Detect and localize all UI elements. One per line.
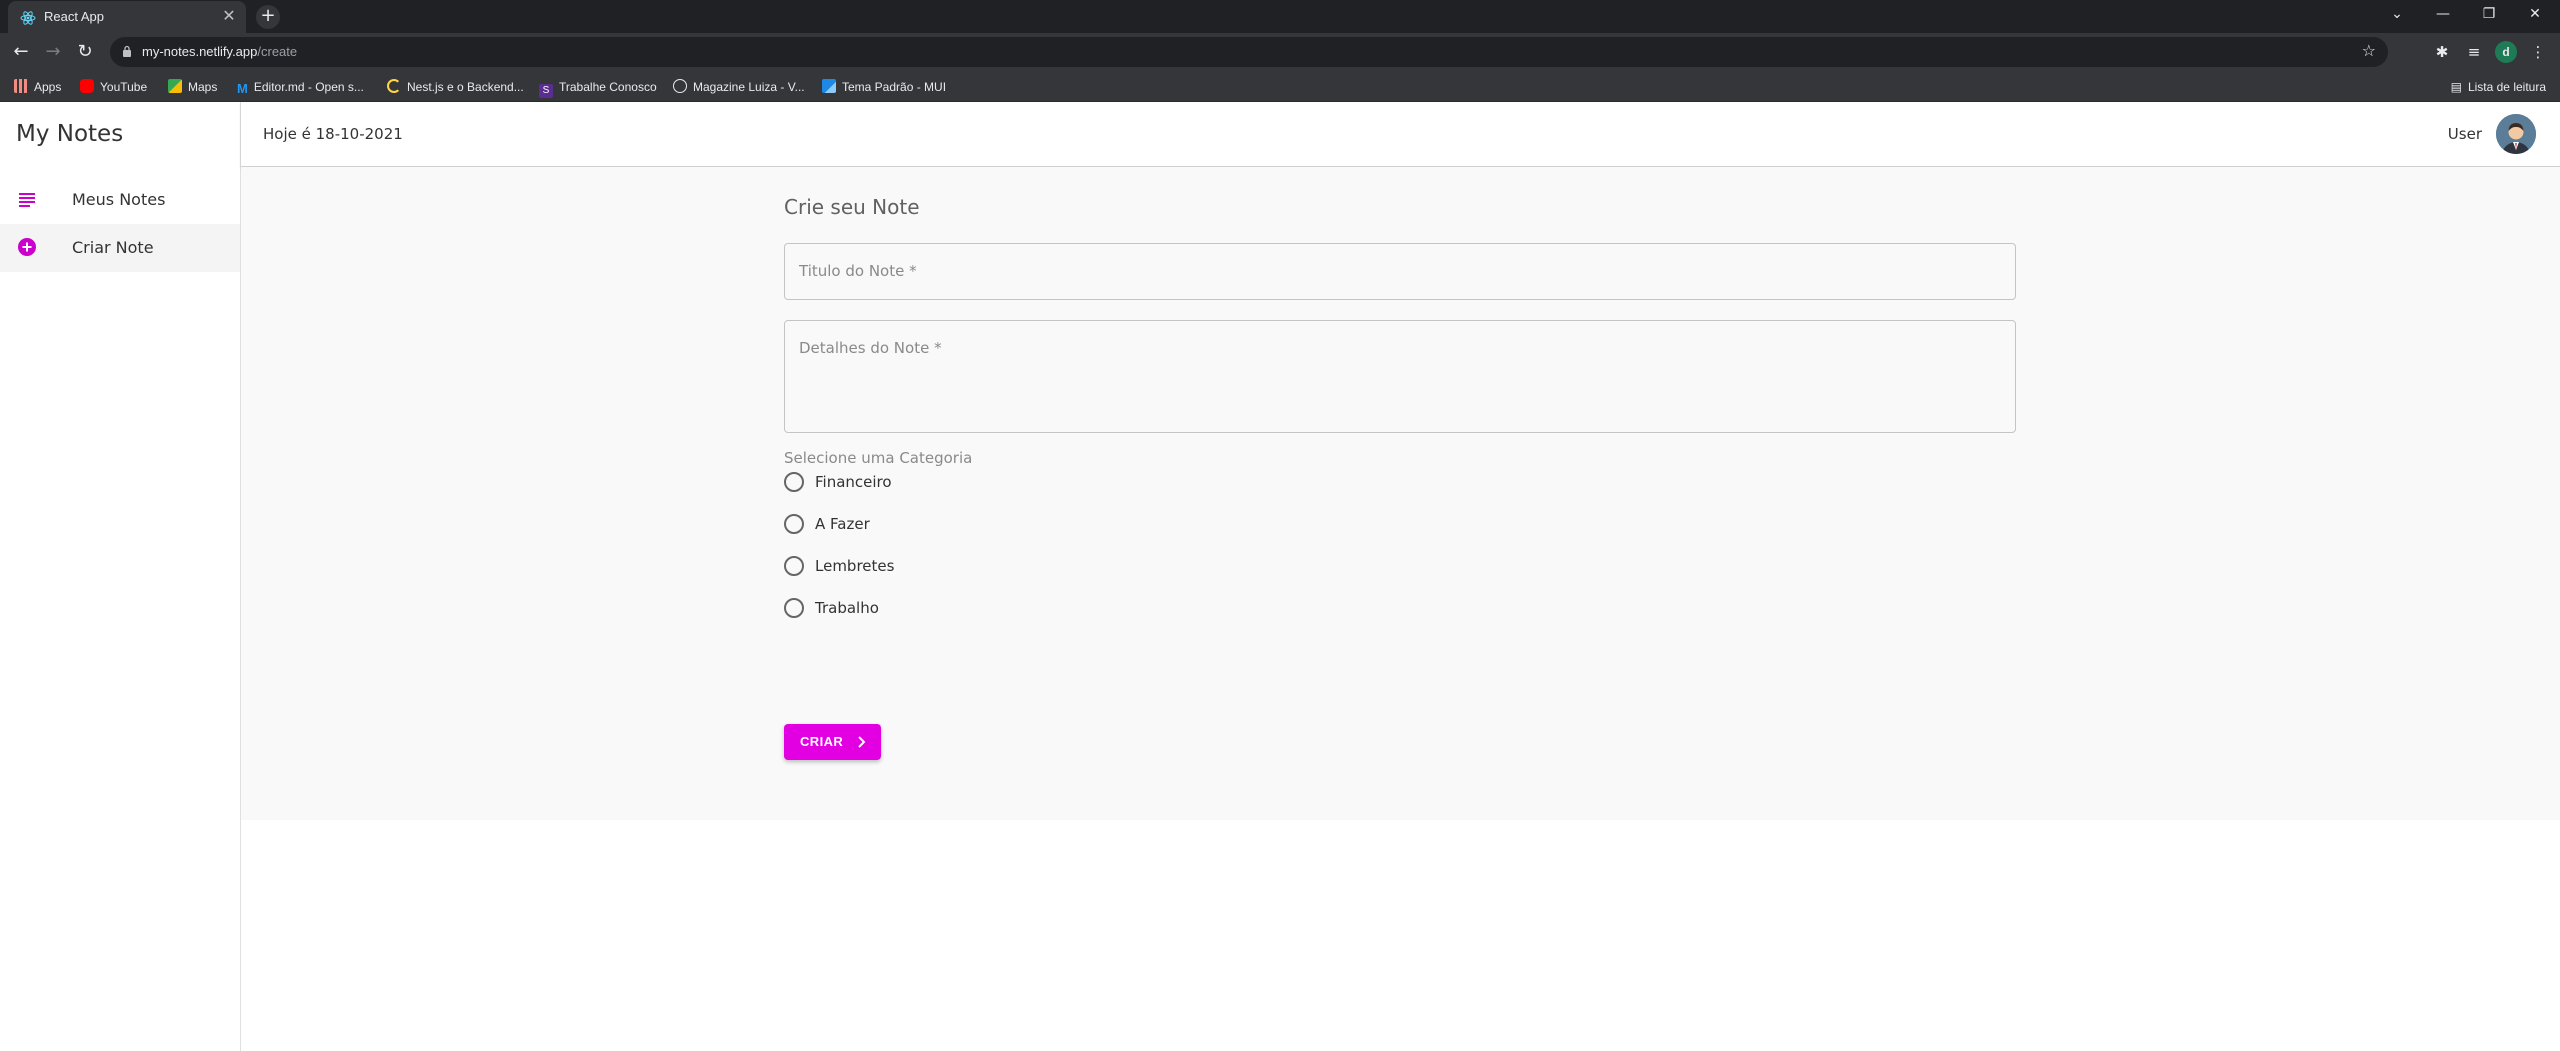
url-host: my-notes.netlify.app [142,44,258,59]
maps-icon [168,79,182,93]
app-brand: My Notes [16,121,124,147]
url-text: my-notes.netlify.app/create [142,44,297,59]
tab-title: React App [44,9,104,24]
address-bar[interactable]: my-notes.netlify.app/create ☆ [110,37,2388,67]
sidebar-item-label: Meus Notes [72,190,166,209]
user-avatar-icon [2496,114,2536,154]
lock-icon [123,45,131,57]
radio-label: Trabalho [815,599,879,617]
avatar[interactable] [2496,114,2536,154]
user-name: User [2447,125,2482,143]
bookmark-star-icon[interactable]: ☆ [2362,41,2376,60]
radio-circle-icon [784,514,804,534]
restore-button[interactable]: ❐ [2466,0,2512,30]
back-icon[interactable]: ← [9,40,33,64]
forward-icon[interactable]: → [41,40,65,64]
codeacademy-icon [387,79,401,93]
radio-circle-icon [784,472,804,492]
url-path: /create [257,44,298,59]
bookmark-label: Tema Padrão - MUI [842,80,947,94]
bookmark-label: Maps [188,80,218,94]
new-tab-button[interactable]: + [256,5,280,29]
radio-label: Financeiro [815,473,892,491]
criar-button-label: CRIAR [800,734,844,749]
sidebar: My Notes Meus Notes Criar Note [0,102,241,1051]
browser-toolbar: ← → ↻ my-notes.netlify.app/create ☆ ✱ ≡ … [0,33,2560,71]
form-title: Crie seu Note [784,195,920,219]
apps-grid-icon [14,79,28,93]
close-tab-icon[interactable]: ✕ [220,7,238,25]
bookmark-maps[interactable]: Maps [168,78,217,96]
youtube-icon [80,79,94,93]
media-queue-icon[interactable]: ≡ [2462,40,2486,64]
radio-label: A Fazer [815,515,870,533]
bookmark-label: Nest.js e o Backend... [407,80,524,94]
reading-list-label: Lista de leitura [2467,80,2546,94]
bookmark-apps[interactable]: Apps [14,78,61,96]
bookmark-label: Trabalhe Conosco [559,80,657,94]
react-icon [20,11,36,25]
browser-tab[interactable]: React App ✕ [8,1,246,33]
bookmark-label: Editor.md - Open s... [253,80,364,94]
title-input-placeholder: Titulo do Note * [799,262,917,280]
close-window-button[interactable]: ✕ [2512,0,2558,30]
bookmark-label: Magazine Luiza - V... [693,80,805,94]
bookmark-trabalhe-conosco[interactable]: S Trabalhe Conosco [539,78,657,98]
bookmark-magazine-luiza[interactable]: Magazine Luiza - V... [673,78,805,96]
notes-list-icon [19,193,35,207]
reading-list-button[interactable]: ▤ Lista de leitura [2451,78,2546,96]
add-circle-icon [18,238,36,256]
details-textarea-placeholder: Detalhes do Note * [799,339,942,357]
reload-icon[interactable]: ↻ [73,40,97,64]
s-logo-icon: S [539,84,553,98]
radio-label: Lembretes [815,557,895,575]
mui-icon [822,79,836,93]
globe-icon [673,79,687,93]
details-textarea[interactable]: Detalhes do Note * [784,320,2016,433]
editormd-icon: M [237,81,248,96]
menu-kebab-icon[interactable]: ⋮ [2526,40,2550,64]
bookmarks-bar: Apps YouTube Maps M Editor.md - Open s...… [0,71,2560,102]
radio-circle-icon [784,598,804,618]
radio-circle-icon [784,556,804,576]
bookmark-label: Apps [34,80,62,94]
category-label: Selecione uma Categoria [784,449,973,467]
tab-search-icon[interactable]: ⌄ [2374,0,2420,30]
bookmark-editormd[interactable]: M Editor.md - Open s... [237,78,364,96]
profile-avatar[interactable]: d [2495,41,2517,63]
app-root: My Notes Meus Notes Criar Note Hoje é 18… [0,102,2560,1051]
minimize-button[interactable]: — [2420,0,2466,30]
extensions-icon[interactable]: ✱ [2430,40,2454,64]
sidebar-item-criar-note[interactable]: Criar Note [0,224,240,272]
browser-chrome: React App ✕ + ⌄ — ❐ ✕ ← → ↻ my-notes.net… [0,0,2560,102]
bookmark-mui[interactable]: Tema Padrão - MUI [822,78,946,96]
criar-button[interactable]: CRIAR [784,724,881,760]
title-input[interactable]: Titulo do Note * [784,243,2016,300]
bookmark-label: YouTube [100,80,148,94]
today-date: Hoje é 18-10-2021 [263,125,403,143]
reading-list-icon: ▤ [2450,80,2462,94]
sidebar-item-meus-notes[interactable]: Meus Notes [0,176,240,224]
bookmark-nestjs[interactable]: Nest.js e o Backend... [387,78,524,96]
bookmark-youtube[interactable]: YouTube [80,78,147,96]
sidebar-item-label: Criar Note [72,238,154,257]
create-note-form: Crie seu Note Titulo do Note * Detalhes … [241,167,2560,820]
tab-strip: React App ✕ + ⌄ — ❐ ✕ [0,0,2560,33]
chevron-right-icon [858,736,866,748]
app-bar: Hoje é 18-10-2021 User [241,102,2560,167]
